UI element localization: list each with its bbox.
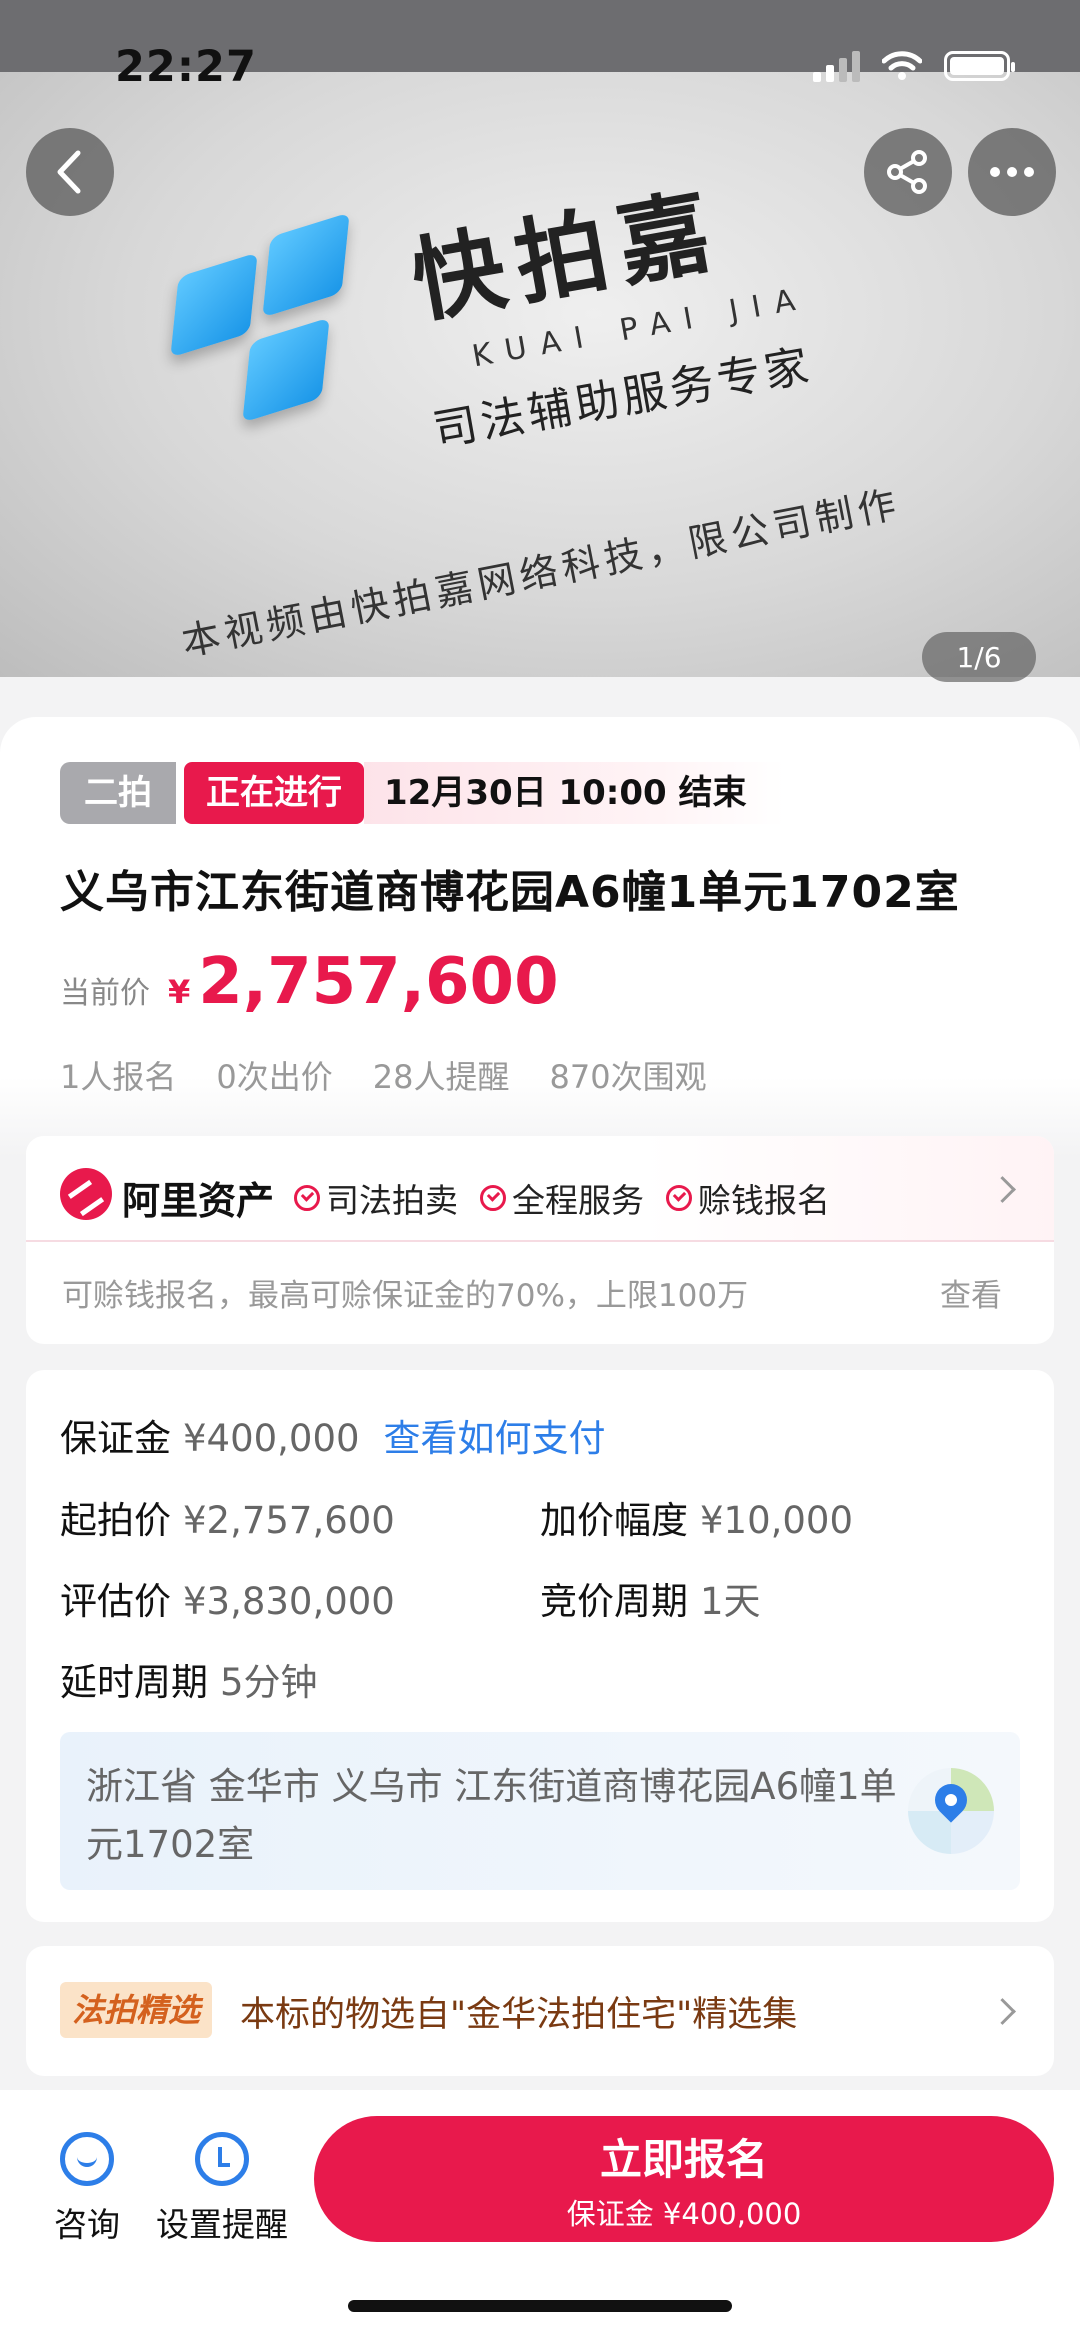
round-tag: 二拍 <box>60 762 176 824</box>
price-value: 2,757,600 <box>198 945 559 1019</box>
stat-signups: 1人报名 <box>60 1058 177 1096</box>
set-reminder-button[interactable]: 设置提醒 <box>156 2132 288 2246</box>
current-price: 当前价 ¥ 2,757,600 <box>60 945 559 1019</box>
view-link[interactable]: 查看 <box>940 1270 1002 1315</box>
credit-desc: 可赊钱报名，最高可赊保证金的70%，上限100万 <box>62 1278 749 1314</box>
service-badges: 司法拍卖 全程服务 赊钱报名 <box>294 1174 830 1222</box>
reminder-label: 设置提醒 <box>156 2205 288 2244</box>
share-icon <box>887 150 927 194</box>
stat-reminders: 28人提醒 <box>372 1058 510 1096</box>
how-to-pay-link[interactable]: 查看如何支付 <box>384 1417 606 1460</box>
status-tags: 二拍 正在进行 12月30日 10:00 结束 <box>60 762 785 824</box>
check-circle-icon <box>666 1185 692 1211</box>
increment-label: 加价幅度 <box>540 1499 688 1542</box>
deposit-value: ¥400,000 <box>183 1417 360 1460</box>
start-price-row: 起拍价 ¥2,757,600 <box>60 1490 395 1544</box>
page-indicator: 1/6 <box>922 632 1036 682</box>
appraisal-value: ¥3,830,000 <box>183 1580 395 1623</box>
address-box[interactable]: 浙江省 金华市 义乌市 江东街道商博花园A6幢1单元1702室 <box>60 1732 1020 1890</box>
appraisal-label: 评估价 <box>60 1580 171 1623</box>
start-price-label: 起拍价 <box>60 1499 171 1542</box>
check-circle-icon <box>480 1185 506 1211</box>
check-circle-icon <box>294 1185 320 1211</box>
deposit-label: 保证金 <box>60 1417 171 1460</box>
consult-button[interactable]: 咨询 <box>54 2132 120 2246</box>
ali-brand: 阿里资产 <box>122 1179 275 1223</box>
brand-logo-icon <box>160 212 380 442</box>
featured-text: 本标的物选自"金华法拍住宅"精选集 <box>240 1995 798 2035</box>
stat-views: 870次围观 <box>549 1058 707 1096</box>
auction-stats: 1人报名 0次出价 28人提醒 870次围观 <box>60 1052 707 1098</box>
chevron-right-icon <box>989 1176 1016 1203</box>
ali-assets-card[interactable]: 阿里资产 司法拍卖 全程服务 赊钱报名 可赊钱报名，最高可赊保证金的70%，上限… <box>26 1136 1054 1344</box>
address-text: 浙江省 金华市 义乌市 江东街道商博花园A6幢1单元1702室 <box>86 1765 897 1866</box>
back-arrow-icon <box>57 150 81 194</box>
delay-value: 5分钟 <box>220 1661 318 1704</box>
stat-bids: 0次出价 <box>216 1058 333 1096</box>
appraisal-row: 评估价 ¥3,830,000 <box>60 1571 395 1625</box>
signup-button[interactable]: 立即报名 保证金 ¥400,000 <box>314 2116 1054 2242</box>
status-icons <box>813 50 1015 82</box>
currency-symbol: ¥ <box>168 973 191 1011</box>
featured-tag: 法拍精选 <box>60 1982 213 2038</box>
more-button[interactable] <box>968 128 1056 216</box>
delay-row: 延时周期 5分钟 <box>60 1652 318 1706</box>
ali-logo-icon <box>60 1168 112 1220</box>
increment-row: 加价幅度 ¥10,000 <box>540 1490 853 1544</box>
map-pin-icon[interactable] <box>908 1768 994 1854</box>
delay-label: 延时周期 <box>60 1661 208 1704</box>
headset-icon <box>60 2132 114 2186</box>
hero-credit: 本视频由快拍嘉网络科技，限公司制作 <box>178 481 905 665</box>
end-time: 12月30日 10:00 结束 <box>364 762 785 824</box>
status-badge: 正在进行 <box>184 762 364 824</box>
increment-value: ¥10,000 <box>700 1499 854 1542</box>
signal-icon <box>813 50 860 82</box>
start-price-value: ¥2,757,600 <box>183 1499 395 1542</box>
price-label: 当前价 <box>60 976 150 1011</box>
signup-label: 立即报名 <box>599 2134 768 2184</box>
battery-icon <box>944 51 1015 81</box>
chevron-right-icon <box>989 1998 1016 2025</box>
status-time: 22:27 <box>115 42 257 92</box>
more-icon <box>990 167 1034 177</box>
home-indicator[interactable] <box>348 2300 732 2312</box>
bid-cycle-row: 竞价周期 1天 <box>540 1571 761 1625</box>
auction-info-card: 保证金 ¥400,000 查看如何支付 起拍价 ¥2,757,600 加价幅度 ¥10,… <box>26 1370 1054 1922</box>
deposit-row: 保证金 ¥400,000 查看如何支付 <box>60 1408 606 1462</box>
badge-judicial-auction: 司法拍卖 <box>294 1174 458 1222</box>
featured-collection-card[interactable]: 法拍精选 本标的物选自"金华法拍住宅"精选集 <box>26 1946 1054 2076</box>
page-title: 义乌市江东街道商博花园A6幢1单元1702室 <box>60 867 960 918</box>
badge-credit-signup: 赊钱报名 <box>666 1174 830 1222</box>
wifi-icon <box>882 51 922 80</box>
share-button[interactable] <box>864 128 952 216</box>
ali-header[interactable]: 阿里资产 司法拍卖 全程服务 赊钱报名 <box>26 1136 1054 1242</box>
bid-cycle-label: 竞价周期 <box>540 1580 688 1623</box>
signup-deposit: 保证金 ¥400,000 <box>566 2196 802 2231</box>
badge-full-service: 全程服务 <box>480 1174 644 1222</box>
consult-label: 咨询 <box>54 2205 120 2244</box>
bid-cycle-value: 1天 <box>700 1580 761 1623</box>
alarm-clock-icon <box>195 2132 249 2186</box>
back-button[interactable] <box>26 128 114 216</box>
